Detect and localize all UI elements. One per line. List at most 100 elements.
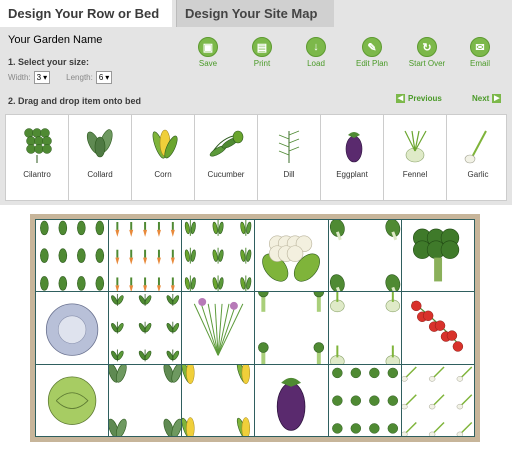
garlic-icon — [401, 366, 473, 436]
palette-item-dill[interactable]: Dill — [258, 115, 321, 200]
arrow-left-icon: ◀ — [396, 94, 405, 103]
load-button[interactable]: ↓ Load — [292, 37, 340, 68]
next-label: Next — [472, 94, 490, 103]
palette-item-label: Cilantro — [23, 170, 51, 179]
brussels-icon — [47, 376, 97, 425]
bed-cell-tomato[interactable] — [401, 292, 474, 364]
palette-item-label: Cucumber — [207, 170, 245, 179]
garden-bed-grid — [35, 219, 475, 437]
corn-icon — [152, 129, 178, 159]
cilantro-icon — [331, 367, 398, 434]
garlic-icon — [464, 130, 487, 164]
width-select[interactable]: 3 ▾ — [33, 71, 51, 84]
save-button[interactable]: ▣ Save — [184, 37, 232, 68]
toolbar-label: Load — [307, 59, 325, 68]
bed-cell-cauliflower[interactable] — [255, 220, 328, 292]
toolbar-label: Start Over — [408, 59, 446, 68]
pencil-icon: ✎ — [362, 37, 382, 57]
palette-item-label: Collard — [87, 170, 113, 179]
tab-design-site-map[interactable]: Design Your Site Map — [176, 0, 334, 27]
bed-cell-fennel[interactable] — [328, 292, 401, 364]
eggplant-icon — [277, 377, 306, 431]
length-label: Length: — [66, 73, 93, 82]
palette-item-label: Garlic — [467, 170, 489, 179]
palette-item-garlic[interactable]: Garlic — [447, 115, 506, 200]
palette-item-corn[interactable]: Corn — [132, 115, 195, 200]
collard-icon — [86, 129, 113, 158]
bed-cell-celery[interactable] — [255, 292, 328, 364]
email-button[interactable]: ✉ Email — [456, 37, 504, 68]
bed-cell-brussels[interactable] — [36, 364, 109, 436]
bean-icon — [185, 220, 252, 292]
bed-cell-carrot[interactable] — [109, 220, 182, 292]
cilantro-icon — [24, 128, 52, 163]
width-label: Width: — [8, 73, 31, 82]
dill-icon — [278, 130, 300, 163]
garden-name[interactable]: Your Garden Name — [8, 34, 102, 46]
palette-item-label: Eggplant — [336, 170, 368, 179]
bed-cell-cilantro[interactable] — [328, 364, 401, 436]
broccoli-icon — [412, 228, 460, 282]
bed-cell-corn[interactable] — [182, 364, 255, 436]
cauliflower-icon — [262, 235, 321, 282]
palette-item-cilantro[interactable]: Cilantro — [6, 115, 69, 200]
refresh-icon: ↻ — [417, 37, 437, 57]
toolbar-label: Save — [198, 59, 218, 68]
herb-icon — [111, 294, 180, 362]
palette-item-eggplant[interactable]: Eggplant — [321, 115, 384, 200]
celery-icon — [258, 292, 325, 364]
bed-cell-broccoli[interactable] — [401, 220, 474, 292]
bed-cell-bokchoy[interactable] — [328, 220, 401, 292]
toolbar-label: Edit Plan — [355, 59, 389, 68]
print-button[interactable]: ▤ Print — [238, 37, 286, 68]
bed-cell-chives[interactable] — [182, 292, 255, 364]
collard-icon — [109, 364, 182, 436]
edit-plan-button[interactable]: ✎ Edit Plan — [348, 37, 396, 68]
palette-item-label: Fennel — [402, 170, 428, 179]
size-selectors: Width: 3 ▾ Length: 6 ▾ — [8, 71, 113, 84]
floppy-icon: ▣ — [198, 37, 218, 57]
bed-cell-bean[interactable] — [182, 220, 255, 292]
chevron-down-icon: ▾ — [43, 73, 48, 82]
download-arrow-icon: ↓ — [306, 37, 326, 57]
fennel-icon — [329, 292, 400, 364]
envelope-icon: ✉ — [470, 37, 490, 57]
control-panel: Your Garden Name 1. Select your size: Wi… — [0, 27, 512, 205]
previous-button[interactable]: ◀ Previous — [396, 94, 442, 103]
step-select-size: 1. Select your size: — [8, 57, 90, 67]
plant-palette: Cilantro Collard Corn Cucumber Dill Eggplant F… — [5, 114, 507, 201]
toolbar-label: Email — [469, 59, 490, 68]
bed-cell-leafy[interactable] — [36, 220, 109, 292]
palette-item-cucumber[interactable]: Cucumber — [195, 115, 258, 200]
palette-item-label: Corn — [154, 170, 172, 179]
tomato-icon — [410, 300, 463, 353]
next-button[interactable]: Next ▶ — [472, 94, 502, 103]
eggplant-icon — [345, 132, 363, 163]
bed-cell-cabbage[interactable] — [36, 292, 109, 364]
carrot-icon — [115, 221, 175, 292]
tab-design-row-or-bed[interactable]: Design Your Row or Bed — [0, 0, 172, 27]
palette-item-collard[interactable]: Collard — [69, 115, 132, 200]
step-drag-and-drop: 2. Drag and drop item onto bed — [8, 96, 142, 106]
tab-bar: Design Your Row or Bed Design Your Site … — [0, 0, 512, 27]
chives-icon — [194, 298, 244, 356]
palette-item-fennel[interactable]: Fennel — [384, 115, 447, 200]
printer-icon: ▤ — [252, 37, 272, 57]
leafy-icon — [40, 220, 105, 291]
bed-cell-eggplant[interactable] — [255, 364, 328, 436]
chevron-down-icon: ▾ — [105, 73, 110, 82]
cucumber-icon — [209, 130, 244, 157]
corn-icon — [182, 364, 251, 436]
width-value: 3 — [36, 73, 42, 82]
cabbage-icon — [45, 303, 99, 357]
length-select[interactable]: 6 ▾ — [95, 71, 113, 84]
length-value: 6 — [98, 73, 104, 82]
bed-cell-garlic[interactable] — [401, 364, 474, 436]
garden-bed-frame — [30, 214, 480, 442]
toolbar-label: Print — [253, 59, 271, 68]
bed-cell-collard[interactable] — [109, 364, 182, 436]
fennel-icon — [404, 130, 427, 163]
bed-cell-herb[interactable] — [109, 292, 182, 364]
start-over-button[interactable]: ↻ Start Over — [403, 37, 451, 68]
arrow-right-icon: ▶ — [492, 94, 502, 103]
